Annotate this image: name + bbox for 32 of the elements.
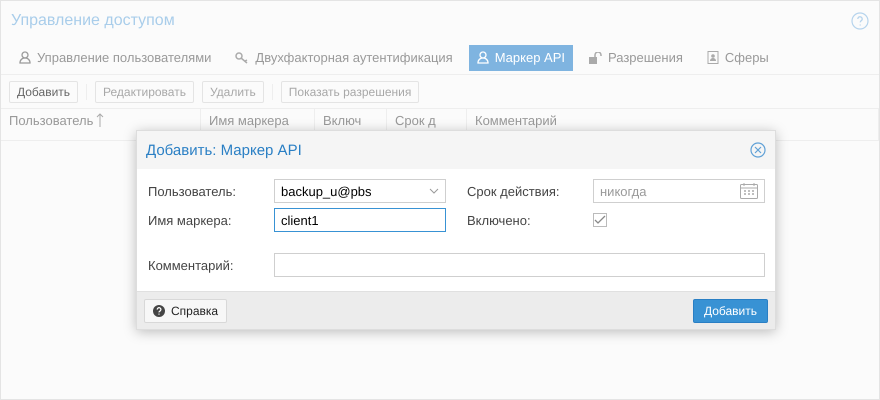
token-name-field[interactable]: client1 <box>274 208 446 232</box>
user-dropdown[interactable]: backup_u@pbs <box>274 179 446 203</box>
tab[interactable]: Маркер API <box>468 44 573 70</box>
tab[interactable]: Разрешения <box>581 44 691 70</box>
close-icon[interactable] <box>750 142 766 158</box>
address-book-icon <box>706 51 719 64</box>
panel-title: Управление доступом <box>11 12 175 30</box>
tab[interactable]: Двухфакторная аутентификация <box>227 44 461 70</box>
chevron-down-icon <box>429 188 439 194</box>
field-label: Имя маркера: <box>148 212 232 228</box>
padlock-icon <box>589 52 602 64</box>
user-icon <box>476 51 489 64</box>
calendar-icon <box>740 183 758 199</box>
tab[interactable]: Сферы <box>698 44 777 70</box>
submit-button[interactable]: Добавить <box>692 298 768 322</box>
field-label: Включено: <box>467 212 532 228</box>
date-field[interactable]: никогда <box>593 179 765 203</box>
question-icon <box>153 304 165 316</box>
key-icon <box>235 52 250 64</box>
help-button[interactable]: Справка <box>144 298 228 322</box>
field-label: Комментарий: <box>148 258 234 272</box>
dialog-title: Добавить: Маркер API <box>146 142 302 158</box>
comment-field[interactable] <box>274 253 765 277</box>
toolbar-button[interactable]: Добавить <box>9 80 78 102</box>
checkbox[interactable] <box>593 213 607 227</box>
sort-arrow-icon <box>96 113 104 127</box>
tab[interactable]: Управление пользователями <box>11 44 220 70</box>
field-label: Пользователь: <box>148 184 237 198</box>
checkmark-icon <box>594 215 606 225</box>
help-icon[interactable] <box>851 12 869 30</box>
field-label: Срок действия: <box>467 184 560 198</box>
user-icon <box>19 51 31 64</box>
